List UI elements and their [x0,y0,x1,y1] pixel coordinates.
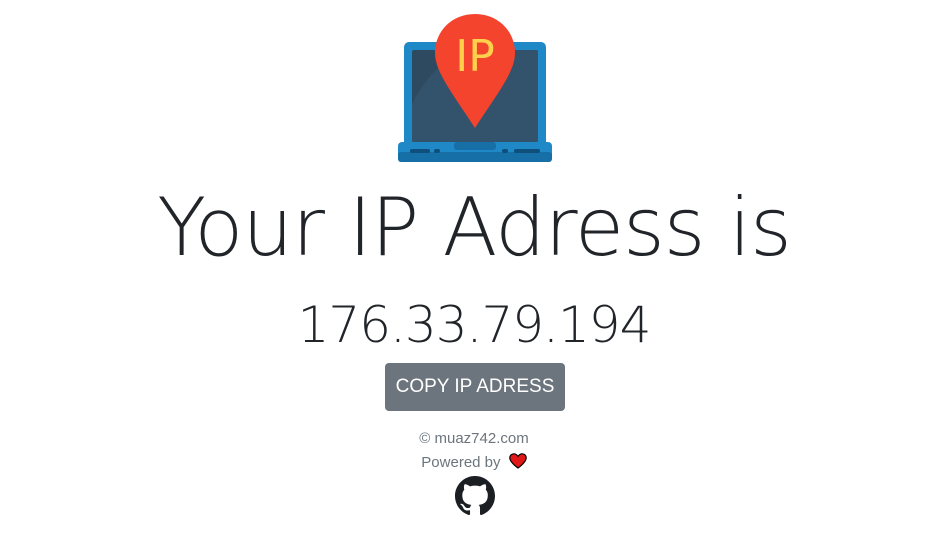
copy-ip-button[interactable]: COPY IP ADRESS [385,363,565,411]
powered-by-label: Powered by [421,454,501,471]
github-icon[interactable] [455,476,495,516]
ip-location-logo: IP [398,14,552,166]
page: IP Your IP Adress is 176.33.79.194 COPY … [0,0,948,533]
powered-by-line: Powered by [0,453,948,473]
logo-ip-text: IP [455,31,495,82]
ip-address-value: 176.33.79.194 [297,296,652,354]
page-title: Your IP Adress is [157,181,792,274]
heart-icon [508,453,527,469]
copyright-text: © muaz742.com [419,430,529,447]
